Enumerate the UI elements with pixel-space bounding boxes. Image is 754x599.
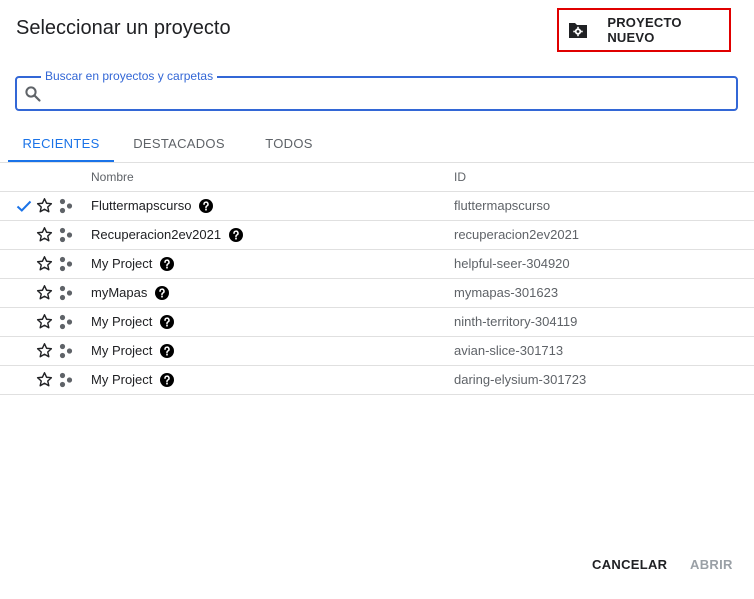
select-project-dialog: Seleccionar un proyecto PROYECTO NUEVO B… xyxy=(0,0,754,599)
project-id: helpful-seer-304920 xyxy=(454,256,570,271)
project-name[interactable]: My Project xyxy=(91,372,175,387)
tab-bar: RECIENTES DESTACADOS TODOS xyxy=(0,127,754,163)
project-dots-icon xyxy=(58,256,74,272)
project-name-label: My Project xyxy=(91,314,153,329)
search-input[interactable] xyxy=(51,82,725,108)
project-name-label: Recuperacion2ev2021 xyxy=(91,227,222,242)
project-dots-icon xyxy=(58,372,74,388)
table-row[interactable]: My Project daring-elysium-301723 xyxy=(0,366,754,395)
star-outline-icon[interactable] xyxy=(36,226,53,243)
project-name-label: My Project xyxy=(91,256,153,271)
help-circle-icon[interactable] xyxy=(229,227,244,242)
project-name-label: My Project xyxy=(91,343,153,358)
project-name[interactable]: My Project xyxy=(91,314,175,329)
project-id: recuperacion2ev2021 xyxy=(454,227,580,242)
project-dots-icon xyxy=(58,198,74,214)
project-dots-icon xyxy=(58,227,74,243)
star-outline-icon[interactable] xyxy=(36,342,53,359)
project-id: ninth-territory-304119 xyxy=(454,314,578,329)
table-row[interactable]: My Project ninth-territory-304119 xyxy=(0,308,754,337)
star-outline-icon[interactable] xyxy=(36,313,53,330)
column-header-name: Nombre xyxy=(91,170,134,184)
project-name[interactable]: myMapas xyxy=(91,285,170,300)
tab-todos[interactable]: TODOS xyxy=(254,127,324,160)
help-circle-icon[interactable] xyxy=(199,198,214,213)
table-row[interactable]: Fluttermapscurso fluttermapscurso xyxy=(0,192,754,221)
dialog-title: Seleccionar un proyecto xyxy=(16,17,231,39)
project-dots-icon xyxy=(58,314,74,330)
column-header-id: ID xyxy=(454,170,466,184)
open-button[interactable]: ABRIR xyxy=(690,557,733,572)
help-circle-icon[interactable] xyxy=(155,285,170,300)
project-id: daring-elysium-301723 xyxy=(454,372,587,387)
project-name[interactable]: My Project xyxy=(91,343,175,358)
table-row[interactable]: My Project avian-slice-301713 xyxy=(0,337,754,366)
search-label: Buscar en proyectos y carpetas xyxy=(41,69,218,83)
table-row[interactable]: Recuperacion2ev2021 recuperacion2ev2021 xyxy=(0,221,754,250)
star-outline-icon[interactable] xyxy=(36,284,53,301)
projects-table: Nombre ID Fluttermapscurso fluttermapscu… xyxy=(0,163,754,395)
project-dots-icon xyxy=(58,343,74,359)
project-id: fluttermapscurso xyxy=(454,198,551,213)
star-outline-icon[interactable] xyxy=(36,255,53,272)
help-circle-icon[interactable] xyxy=(160,343,175,358)
tab-destacados[interactable]: DESTACADOS xyxy=(124,127,234,160)
project-dots-icon xyxy=(58,285,74,301)
new-project-label: PROYECTO NUEVO xyxy=(607,15,682,45)
search-icon xyxy=(24,85,42,103)
project-name[interactable]: Recuperacion2ev2021 xyxy=(91,227,244,242)
table-row[interactable]: myMapas mymapas-301623 xyxy=(0,279,754,308)
project-name-label: myMapas xyxy=(91,285,148,300)
table-header: Nombre ID xyxy=(0,163,754,192)
star-outline-icon[interactable] xyxy=(36,371,53,388)
project-name[interactable]: My Project xyxy=(91,256,175,271)
folder-gear-icon xyxy=(567,19,588,41)
project-id: mymapas-301623 xyxy=(454,285,559,300)
project-name-label: My Project xyxy=(91,372,153,387)
check-icon xyxy=(16,198,32,214)
help-circle-icon[interactable] xyxy=(160,256,175,271)
project-name[interactable]: Fluttermapscurso xyxy=(91,198,214,213)
star-outline-icon[interactable] xyxy=(36,197,53,214)
tab-recientes[interactable]: RECIENTES xyxy=(8,127,114,162)
help-circle-icon[interactable] xyxy=(160,372,175,387)
project-id: avian-slice-301713 xyxy=(454,343,564,358)
cancel-button[interactable]: CANCELAR xyxy=(592,557,667,572)
help-circle-icon[interactable] xyxy=(160,314,175,329)
project-name-label: Fluttermapscurso xyxy=(91,198,192,213)
table-row[interactable]: My Project helpful-seer-304920 xyxy=(0,250,754,279)
search-field[interactable]: Buscar en proyectos y carpetas xyxy=(15,69,738,111)
new-project-button[interactable]: PROYECTO NUEVO xyxy=(557,8,731,52)
